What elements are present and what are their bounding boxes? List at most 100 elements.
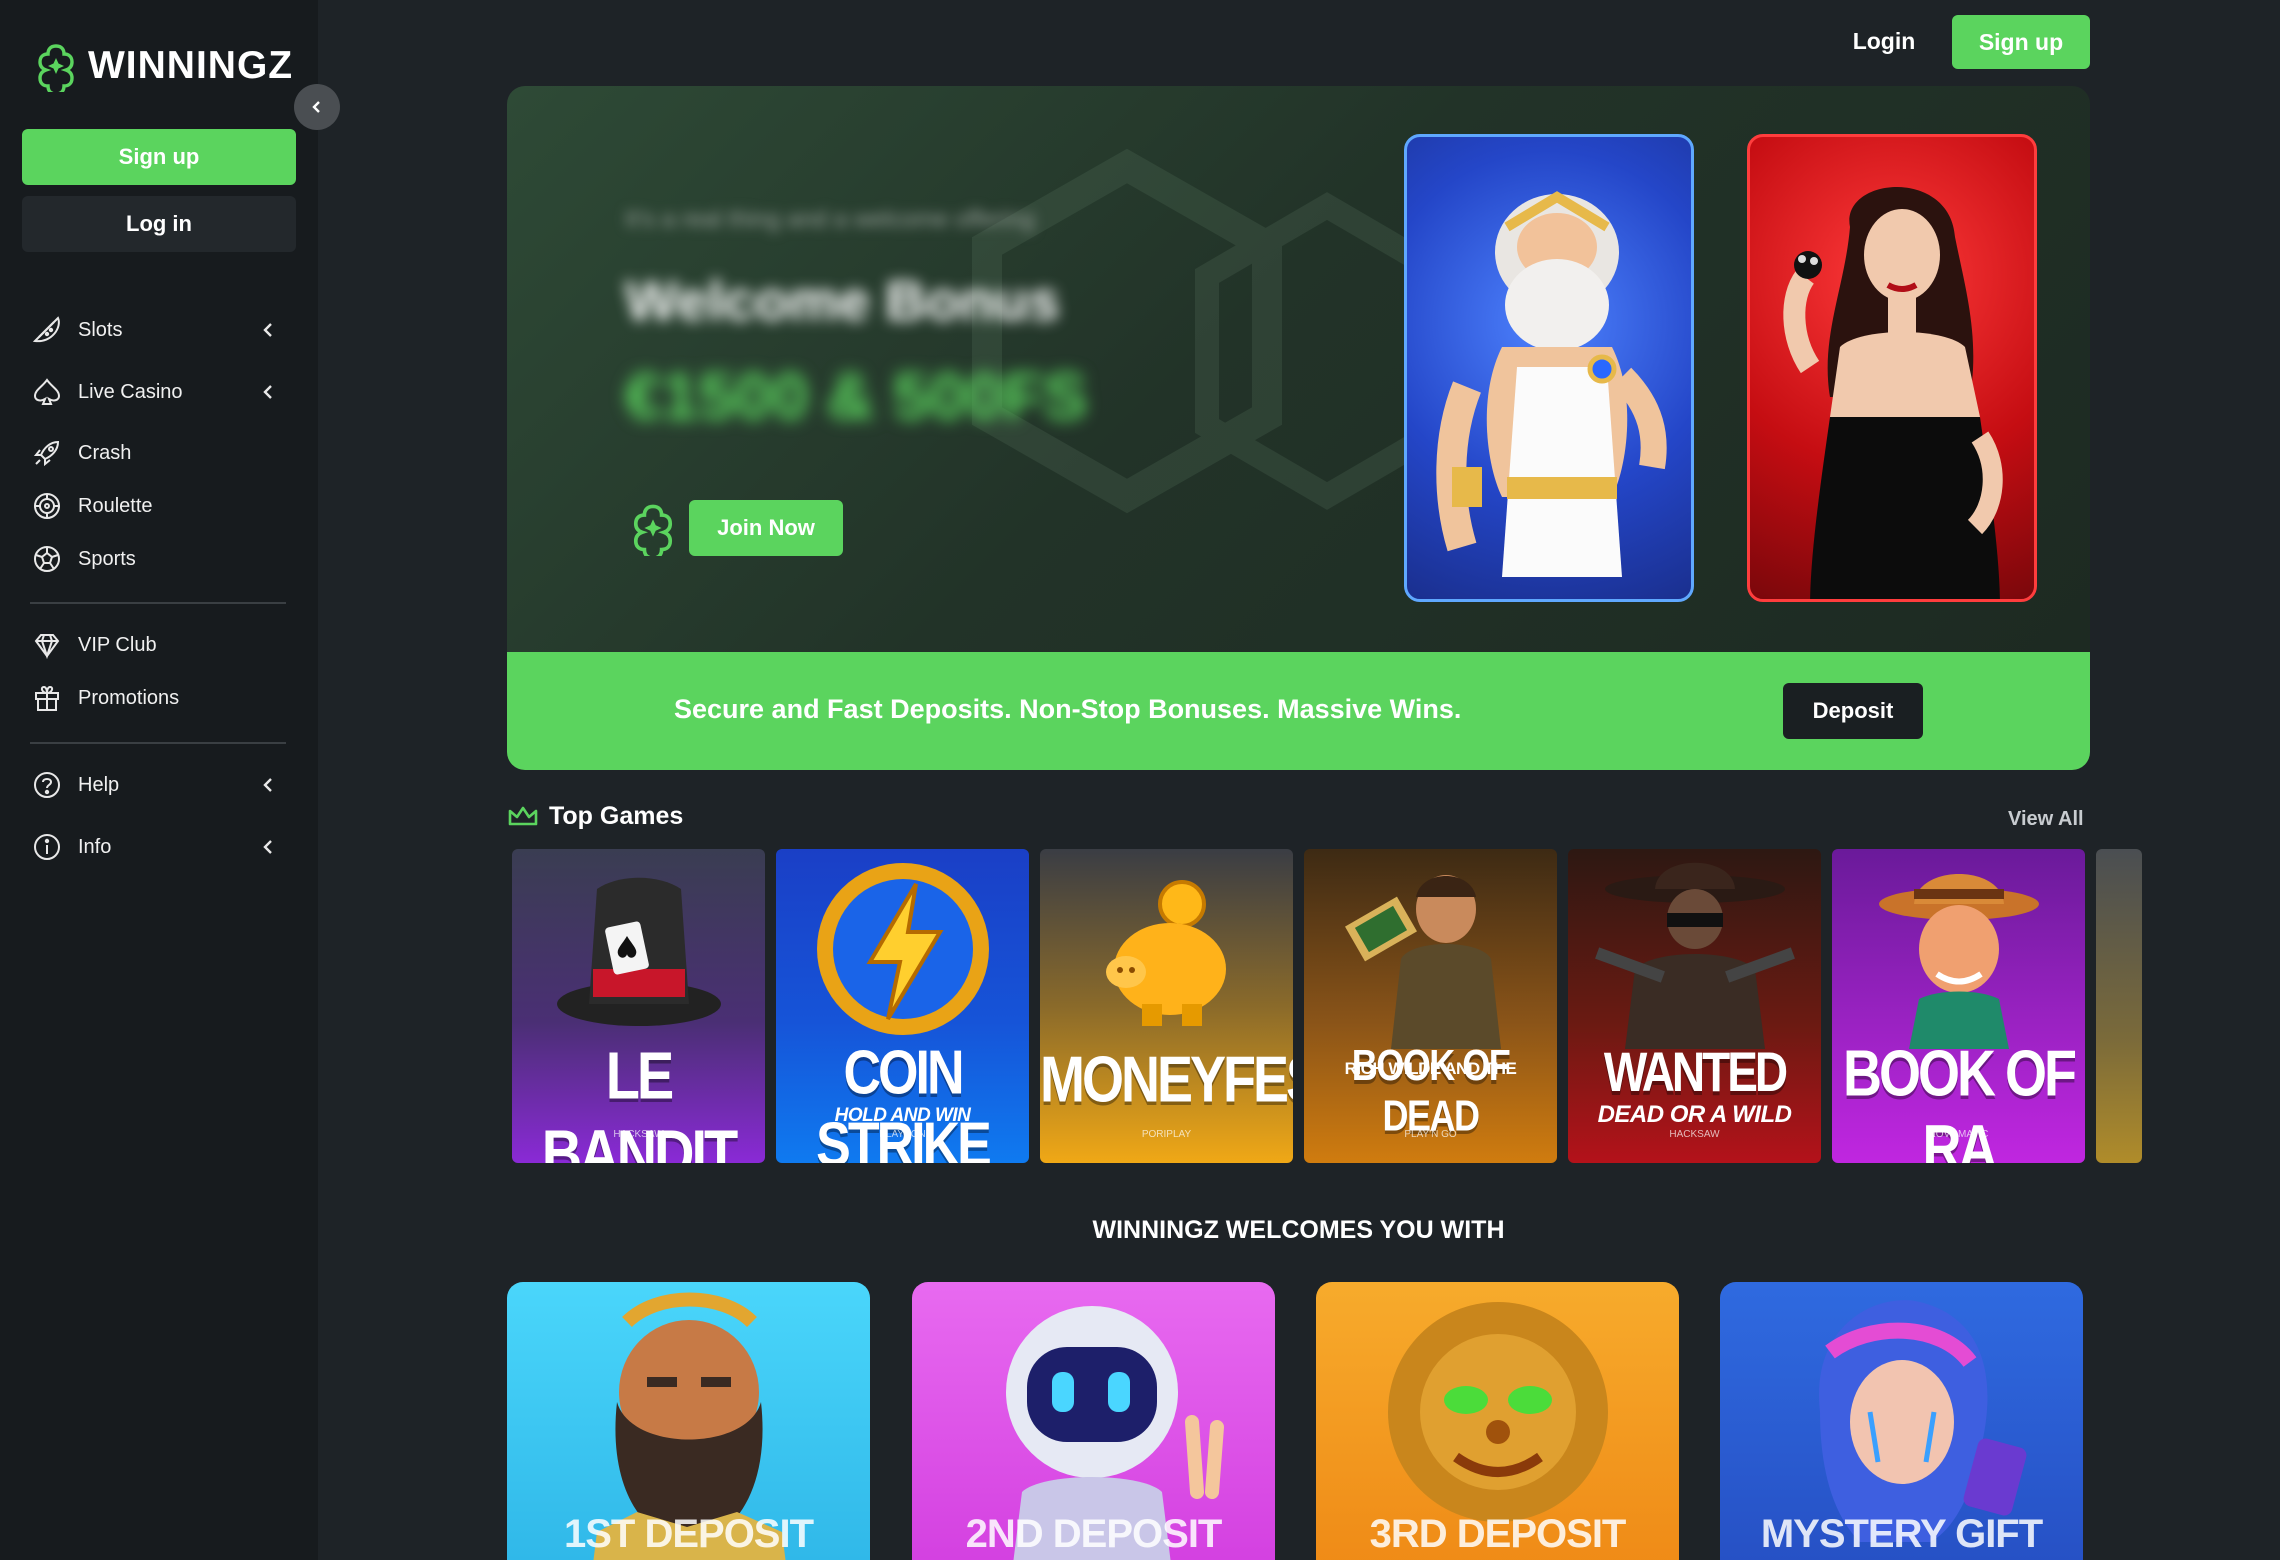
top-hat-illustration — [556, 877, 721, 1026]
sidebar-divider — [30, 602, 286, 604]
chevron-left-icon — [312, 101, 320, 113]
header-signup-button[interactable]: Sign up — [1952, 15, 2090, 69]
welcome-section-title: WINNINGZ WELCOMES YOU WITH — [1092, 1216, 1505, 1244]
top-games-carousel: LE BANDIT HACKSAW COIN STRIKE HOLD AND W… — [512, 849, 2142, 1163]
hero-bonus-amount: €1500 & 500FS — [625, 359, 1088, 433]
game-subtitle: DEAD OR A WILD — [1597, 1101, 1792, 1128]
game-tile[interactable]: MONEYFEST PORIPLAY — [1040, 849, 1293, 1163]
game-subtitle: HOLD AND WIN — [834, 1105, 971, 1126]
game-thumbnail — [1040, 849, 1293, 1049]
game-subtitle: RICH WILDE AND THE — [1344, 1059, 1517, 1078]
chevron-left-icon — [263, 840, 272, 854]
bonus-card-2nd-deposit[interactable]: 2ND DEPOSIT — [912, 1282, 1275, 1560]
deposit-promo-bar: Secure and Fast Deposits. Non-Stop Bonus… — [507, 652, 2090, 770]
game-title: BOOK OF DEAD — [1351, 1040, 1511, 1141]
game-tile[interactable]: LE BANDIT HACKSAW — [512, 849, 765, 1163]
bonus-card-3rd-deposit[interactable]: 3RD DEPOSIT — [1316, 1282, 1679, 1560]
lightning-coin-illustration — [816, 863, 989, 1035]
bonus-card-1st-deposit[interactable]: 1ST DEPOSIT — [507, 1282, 870, 1560]
game-tile[interactable]: WANTED DEAD OR A WILD HACKSAW — [1568, 849, 1821, 1163]
soccer-ball-icon — [30, 542, 64, 576]
game-tile[interactable]: COIN STRIKE HOLD AND WIN PLAYSON — [776, 849, 1029, 1163]
game-provider: PLAYSON — [879, 1129, 926, 1140]
sidebar-item-label: Promotions — [78, 686, 180, 709]
sidebar-item-label: Help — [78, 773, 120, 796]
bonus-card-label: 2ND DEPOSIT — [965, 1512, 1223, 1556]
game-thumbnail — [1304, 849, 1557, 1049]
sidebar-item-label: VIP Club — [78, 633, 157, 656]
join-now-button[interactable]: Join Now — [689, 500, 843, 556]
game-provider: HACKSAW — [1669, 1129, 1720, 1140]
hero-kicker: It's a real thing and a welcome offering — [625, 206, 1035, 233]
brand-name: WINNINGZ — [88, 44, 294, 87]
sidebar-item-vip-club[interactable]: VIP Club — [30, 623, 290, 667]
sidebar-item-live-casino[interactable]: Live Casino — [30, 370, 290, 414]
hero-card-zeus[interactable] — [1404, 134, 1694, 602]
sidebar-item-label: Info — [78, 835, 112, 858]
sidebar-item-promotions[interactable]: Promotions — [30, 676, 290, 720]
piggy-bank-illustration — [1105, 880, 1226, 1026]
hero-title: Welcome Bonus — [625, 269, 1060, 332]
brand-logo[interactable]: WINNINGZ — [30, 40, 293, 92]
top-games-header: Top Games — [507, 802, 683, 831]
game-provider: HACKSAW — [613, 1129, 664, 1140]
game-provider: PLAY'N GO — [1404, 1129, 1457, 1140]
sidebar-item-label: Roulette — [78, 494, 153, 517]
game-title: COIN STRIKE — [816, 1038, 992, 1163]
sidebar-divider — [30, 742, 286, 744]
clover-icon — [633, 504, 673, 556]
clover-logo-icon — [38, 44, 74, 92]
chevron-left-icon — [263, 385, 272, 399]
game-tile[interactable]: BOOK OF DEAD RICH WILDE AND THE PLAY'N G… — [1304, 849, 1557, 1163]
diamond-icon — [30, 628, 64, 662]
live-dealer-illustration — [1783, 187, 2003, 599]
chevron-left-icon — [263, 323, 272, 337]
crown-icon — [508, 806, 538, 825]
bonus-card-label: 3RD DEPOSIT — [1369, 1512, 1627, 1556]
sidebar-item-label: Sports — [78, 547, 136, 570]
sidebar-item-crash[interactable]: Crash — [30, 431, 290, 475]
game-thumbnail — [512, 849, 765, 1049]
sidebar-item-roulette[interactable]: Roulette — [30, 484, 290, 528]
roulette-icon — [30, 489, 64, 523]
bonus-card-mystery-gift[interactable]: MYSTERY GIFT — [1720, 1282, 2083, 1560]
question-icon — [30, 768, 64, 802]
bonus-card-label: MYSTERY GIFT — [1760, 1512, 2043, 1556]
sidebar-item-label: Live Casino — [78, 380, 183, 403]
header-login-link[interactable]: Login — [1846, 20, 1922, 62]
gift-icon — [30, 681, 64, 715]
game-provider: NOVOMATIC — [1928, 1129, 1989, 1140]
sidebar-item-slots[interactable]: Slots — [30, 308, 290, 352]
sidebar-item-info[interactable]: Info — [30, 825, 290, 869]
game-thumbnail — [1568, 849, 1821, 1049]
chevron-left-icon — [263, 778, 272, 792]
game-thumbnail — [1832, 849, 2085, 1049]
game-tile[interactable]: BOOK OF RA NOVOMATIC — [1832, 849, 2085, 1163]
melon-slice-icon — [30, 313, 64, 347]
top-games-title: Top Games — [549, 802, 684, 830]
game-title: WANTED — [1603, 1040, 1788, 1104]
sidebar-item-label: Crash — [78, 441, 132, 464]
game-title: MONEYFEST — [1040, 1044, 1293, 1116]
hero-card-live-dealer[interactable] — [1747, 134, 2037, 602]
view-all-link[interactable]: View All — [2008, 808, 2084, 831]
game-title: LE BANDIT — [541, 1037, 739, 1163]
rocket-icon — [30, 436, 64, 470]
game-title: BOOK OF RA — [1843, 1037, 2077, 1163]
sidebar-item-help[interactable]: Help — [30, 763, 290, 807]
sidebar-item-sports[interactable]: Sports — [30, 537, 290, 581]
adventurer-illustration — [1878, 874, 2039, 1049]
game-provider: PORIPLAY — [1141, 1129, 1192, 1140]
sidebar: WINNINGZ Sign up Log in Slots Live Casin… — [0, 0, 318, 1560]
explorer-illustration — [1344, 875, 1501, 1049]
sidebar-login-button[interactable]: Log in — [22, 196, 296, 252]
sidebar-collapse-button[interactable] — [294, 84, 340, 130]
deposit-button[interactable]: Deposit — [1783, 683, 1923, 739]
zeus-illustration — [1436, 191, 1667, 577]
info-icon — [30, 830, 64, 864]
gunslinger-illustration — [1594, 862, 1795, 1049]
sidebar-signup-button[interactable]: Sign up — [22, 129, 296, 185]
sidebar-item-label: Slots — [78, 318, 123, 341]
hero-banner: It's a real thing and a welcome offering… — [507, 86, 2090, 652]
game-tile-partial[interactable] — [2096, 849, 2142, 1163]
